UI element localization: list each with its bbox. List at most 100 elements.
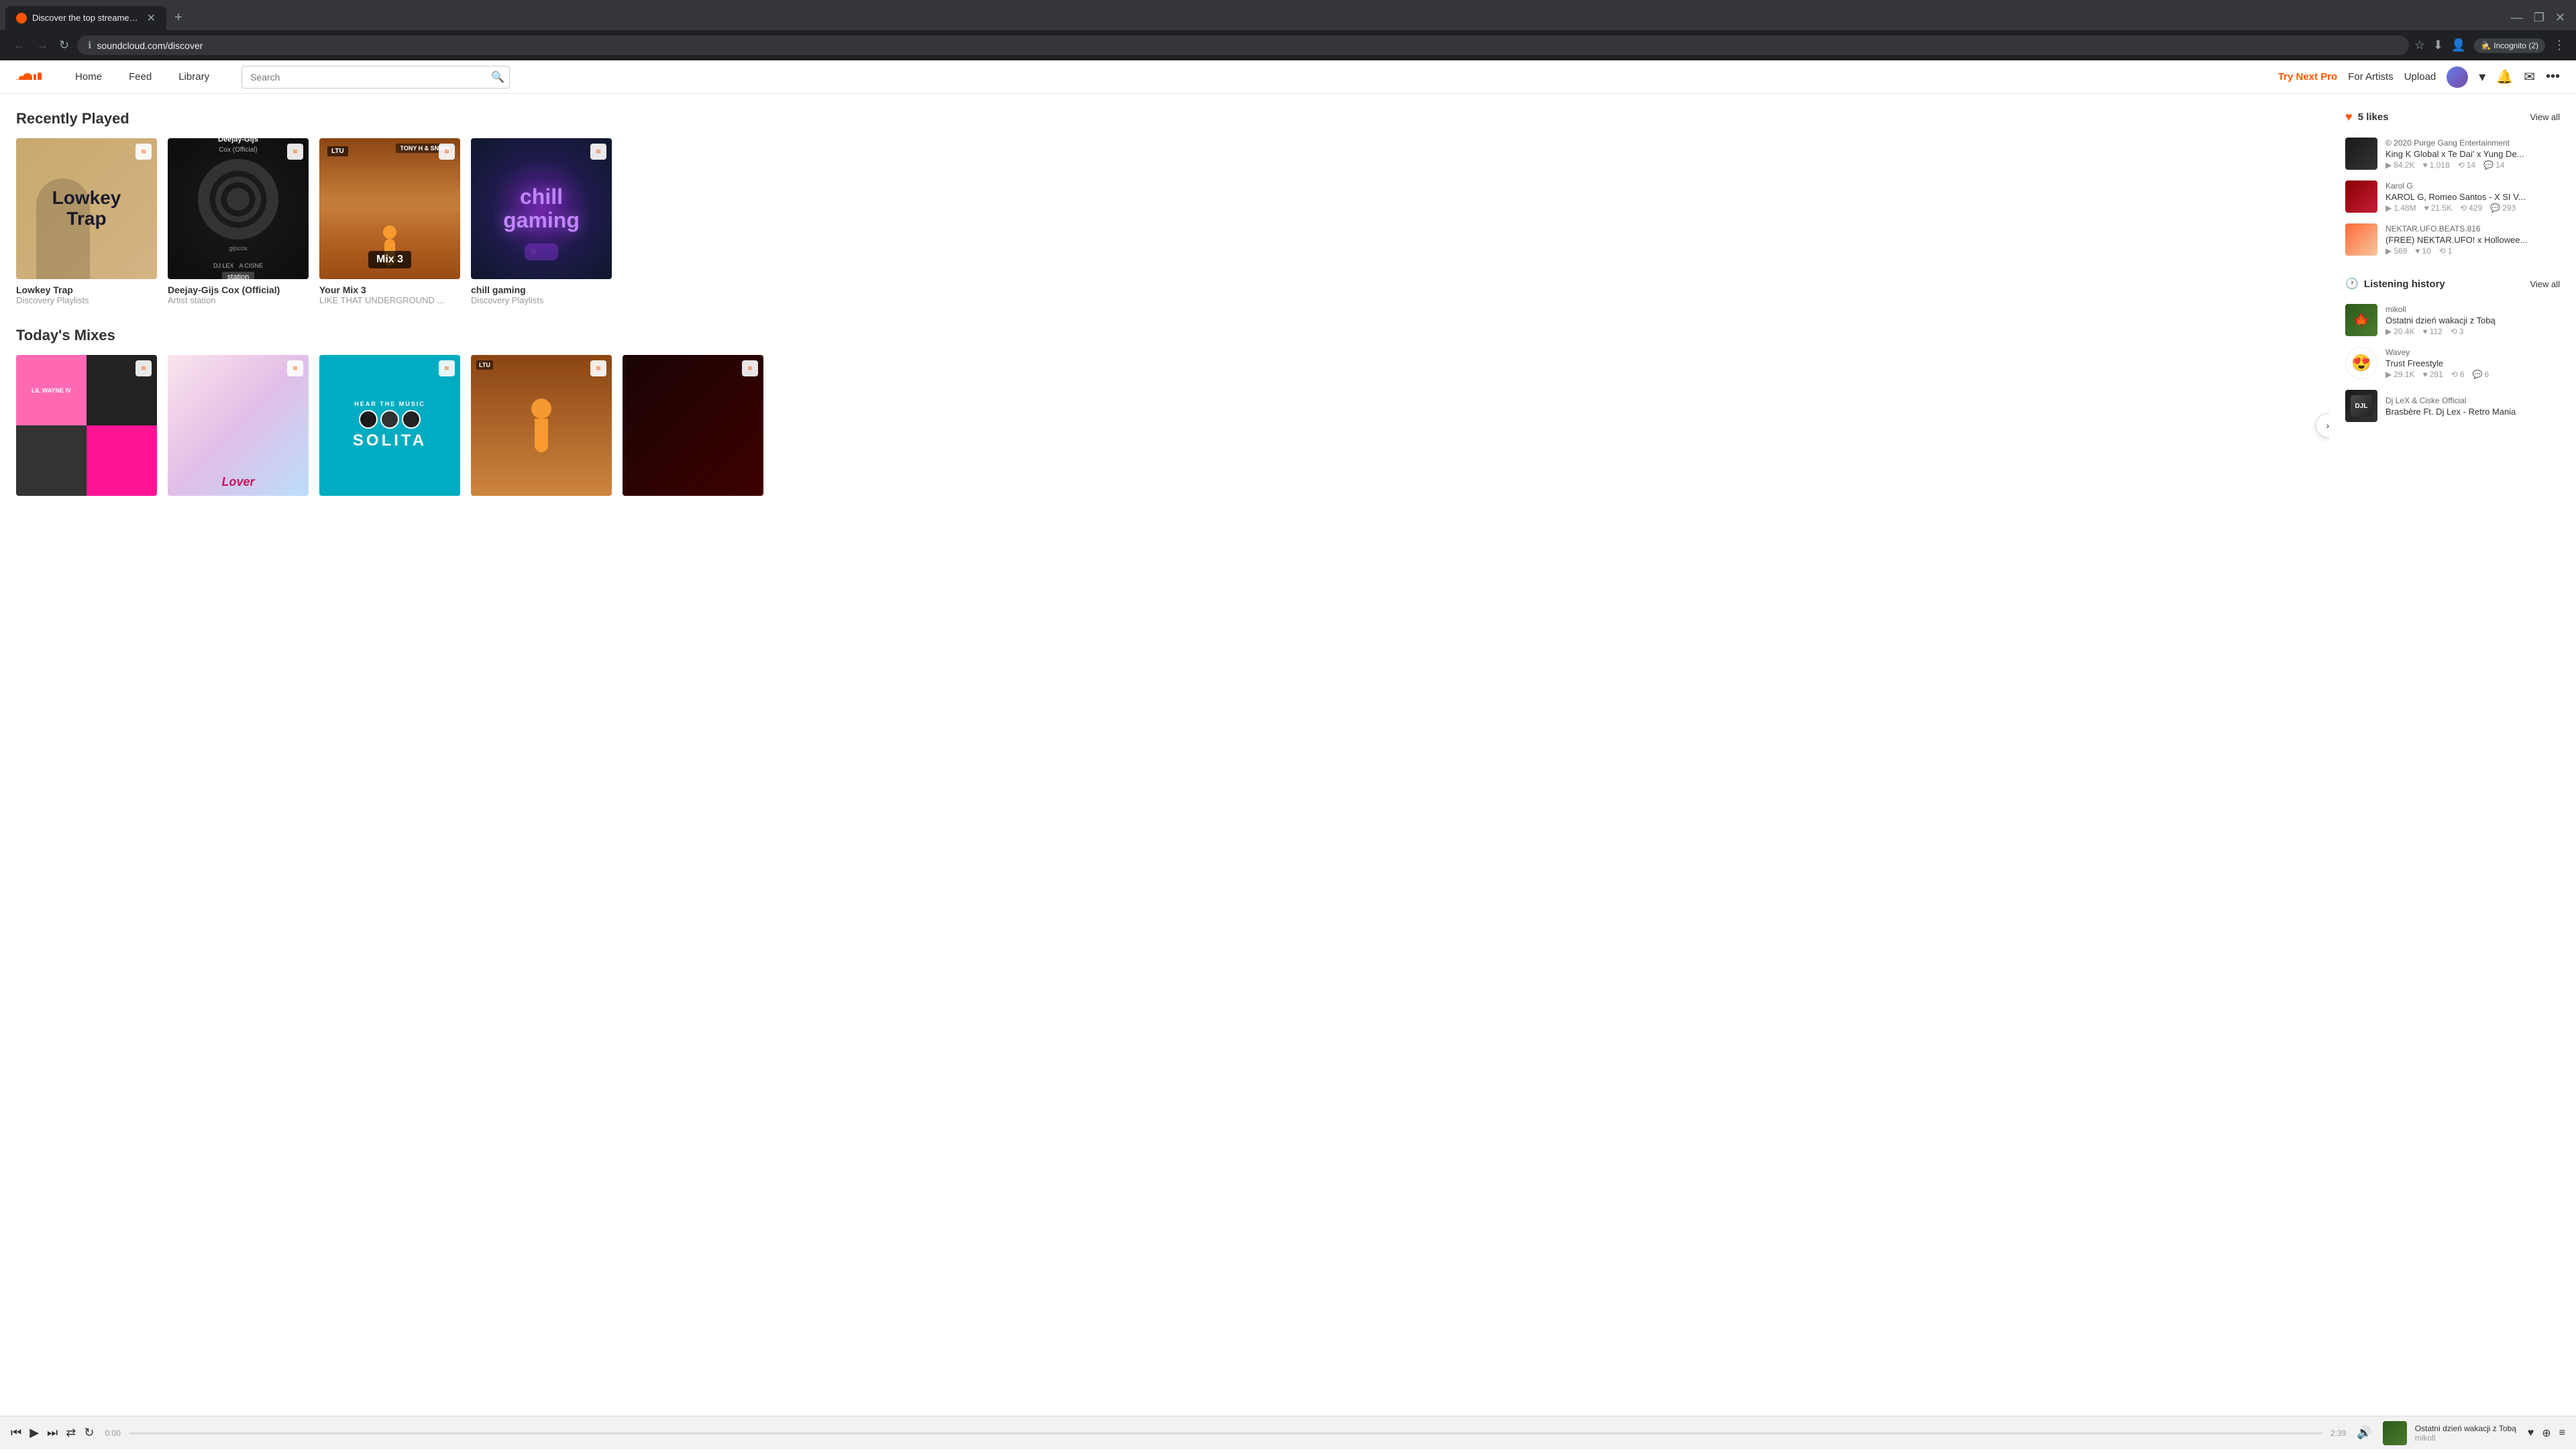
sidebar-track-purge[interactable]: © 2020 Purge Gang Entertainment King K G… — [2345, 132, 2560, 175]
likes-view-all[interactable]: View all — [2530, 112, 2560, 122]
nav-feed[interactable]: Feed — [118, 66, 162, 88]
sidebar: ♥ 5 likes View all © 2020 Purge Gang Ent… — [2345, 110, 2560, 517]
reposts-stat-mikoll: ⟲ 3 — [2451, 327, 2464, 336]
card-title-mix3: Your Mix 3 — [319, 284, 460, 295]
nav-home[interactable]: Home — [64, 66, 113, 88]
download-icon[interactable]: ⬇ — [2433, 38, 2443, 52]
search-wrap: 🔍 — [241, 66, 510, 89]
card-your-mix-3[interactable]: LTU Mix 3 TONY H & SNAVE — [319, 138, 460, 305]
track-info-karol: Karol G KAROL G, Romeo Santos - X SI V..… — [2385, 181, 2560, 213]
history-view-all[interactable]: View all — [2530, 279, 2560, 289]
plays-stat-mikoll: ▶ 20.4K — [2385, 327, 2415, 336]
for-artists-link[interactable]: For Artists — [2348, 71, 2394, 83]
card-overlay-5: ≋ — [742, 360, 758, 376]
back-button[interactable]: ← — [11, 36, 28, 55]
player-play-button[interactable]: ▶ — [30, 1426, 39, 1440]
active-tab[interactable]: Discover the top streamed mus... ✕ — [5, 6, 166, 30]
sidebar-history-mikoll[interactable]: 🍁 mikoll Ostatni dzień wakacji z Tobą ▶ … — [2345, 299, 2560, 342]
card-sub-lowkey: Discovery Playlists — [16, 295, 157, 305]
player-add-to-next-icon[interactable]: ⊕ — [2542, 1426, 2551, 1440]
card-djgijs[interactable]: Deejay-Gijs Cox (Official) gijscox DJ LE… — [168, 138, 309, 305]
card-thumb-mix-3: HEAR THE MUSIC SOLITA ≋ — [319, 355, 460, 496]
user-avatar[interactable] — [2447, 66, 2468, 88]
player-shuffle-button[interactable]: ⇄ — [66, 1426, 76, 1440]
sidebar-track-karol[interactable]: Karol G KAROL G, Romeo Santos - X SI V..… — [2345, 175, 2560, 218]
todays-mix-card-5[interactable]: ≋ — [623, 355, 763, 496]
address-bar[interactable]: ℹ soundcloud.com/discover — [77, 36, 2409, 55]
soundcloud-app: Home Feed Library 🔍 Try Next Pro For Art… — [0, 60, 2576, 1456]
plays-stat-wavey: ▶ 29.1K — [2385, 370, 2415, 379]
nav-library[interactable]: Library — [168, 66, 220, 88]
progress-bar[interactable] — [129, 1432, 2322, 1435]
clock-icon: 🕐 — [2345, 277, 2359, 291]
player-volume-icon[interactable]: 🔊 — [2357, 1426, 2371, 1440]
card-thumb-mix-4: LTU ≋ — [471, 355, 612, 496]
history-title: 🕐 Listening history — [2345, 277, 2445, 291]
player-prev-button[interactable]: ⏮ — [11, 1426, 21, 1440]
reposts-stat-karol: ⟲ 429 — [2460, 203, 2482, 213]
player-next-button[interactable]: ⏭ — [47, 1426, 58, 1440]
soundcloud-mini-icon-3: ≋ — [439, 144, 455, 160]
search-icon[interactable]: 🔍 — [491, 70, 504, 84]
card-lowkey-trap[interactable]: LowkeyTrap ≋ Lowkey Trap Discovery Playl… — [16, 138, 157, 305]
messages-icon[interactable]: ✉ — [2524, 68, 2535, 85]
track-artist-wavey: Wavey — [2385, 348, 2560, 357]
track-info-mikoll: mikoll Ostatni dzień wakacji z Tobą ▶ 20… — [2385, 305, 2560, 336]
close-window-button[interactable]: ✕ — [2555, 11, 2565, 25]
todays-mix-card-3[interactable]: HEAR THE MUSIC SOLITA ≋ — [319, 355, 460, 496]
track-artist-nektar: NEKTAR.UFO.BEATS.816 — [2385, 224, 2560, 233]
soundcloud-logo[interactable] — [16, 70, 43, 84]
plays-stat-karol: ▶ 1.48M — [2385, 203, 2416, 213]
track-title-mikoll: Ostatni dzień wakacji z Tobą — [2385, 315, 2560, 325]
comments-stat-wavey: 💬 6 — [2473, 370, 2489, 379]
maximize-button[interactable]: ❐ — [2534, 11, 2544, 25]
sidebar-history-wavey[interactable]: 😍 Wavey Trust Freestyle ▶ 29.1K ♥ 281 ⟲ … — [2345, 342, 2560, 384]
sidebar-history-djlex[interactable]: DJL Dj LeX & Ciske Official Brasbère Ft.… — [2345, 384, 2560, 427]
card-thumb-mix-2: Lover ≋ — [168, 355, 309, 496]
player-queue-icon[interactable]: ≡ — [2559, 1427, 2565, 1439]
browser-actions: ☆ ⬇ 👤 🕵 Incognito (2) ⋮ — [2414, 38, 2565, 53]
card-thumb-mix3: LTU Mix 3 TONY H & SNAVE — [319, 138, 460, 279]
tab-title: Discover the top streamed mus... — [32, 13, 142, 23]
todays-mix-card-4[interactable]: LTU ≋ — [471, 355, 612, 496]
upload-button[interactable]: Upload — [2404, 71, 2436, 83]
card-soundcloud-badge-djgijs: ≋ — [287, 144, 303, 160]
reload-button[interactable]: ↻ — [56, 36, 72, 55]
notifications-icon[interactable]: 🔔 — [2496, 68, 2513, 85]
todays-mixes-title: Today's Mixes — [16, 327, 2329, 344]
player-track-info: Ostatni dzień wakacji z Tobą mikoll — [2383, 1421, 2517, 1445]
card-chill-gaming[interactable]: chillgaming ≋ chill gaming Discovery Pla… — [471, 138, 612, 305]
todays-mixes-next-button[interactable]: › — [2316, 413, 2329, 437]
more-options-icon[interactable]: ••• — [2546, 69, 2560, 85]
forward-button[interactable]: → — [34, 36, 51, 55]
player-like-icon[interactable]: ♥ — [2528, 1427, 2534, 1439]
likes-title: ♥ 5 likes — [2345, 110, 2389, 124]
todays-mix-card-2[interactable]: Lover ≋ — [168, 355, 309, 496]
todays-mix-card-1[interactable]: LIL WAYNE IV ≋ — [16, 355, 157, 496]
search-input[interactable] — [241, 66, 510, 89]
incognito-badge[interactable]: 🕵 Incognito (2) — [2474, 38, 2545, 53]
extensions-icon[interactable]: ⋮ — [2553, 38, 2565, 52]
player-track-details: Ostatni dzień wakacji z Tobą mikoll — [2415, 1424, 2516, 1443]
main-content: Recently Played LowkeyTrap ≋ — [0, 94, 2576, 533]
player-track-title: Ostatni dzień wakacji z Tobą — [2415, 1424, 2516, 1433]
track-artist-karol: Karol G — [2385, 181, 2560, 191]
recently-played-cards: LowkeyTrap ≋ Lowkey Trap Discovery Playl… — [16, 138, 2329, 305]
new-tab-button[interactable]: + — [169, 7, 188, 28]
reposts-stat-wavey: ⟲ 6 — [2451, 370, 2465, 379]
minimize-button[interactable]: — — [2511, 11, 2523, 25]
try-next-pro-button[interactable]: Try Next Pro — [2278, 71, 2337, 83]
chevron-down-icon[interactable]: ▾ — [2479, 68, 2485, 85]
card-overlay-3: ≋ — [439, 360, 455, 376]
profile-icon[interactable]: 👤 — [2451, 38, 2466, 52]
player-right-controls: ♥ ⊕ ≡ — [2528, 1426, 2565, 1440]
browser-nav-bar: ← → ↻ ℹ soundcloud.com/discover ☆ ⬇ 👤 🕵 … — [0, 30, 2576, 60]
card-title-lowkey: Lowkey Trap — [16, 284, 157, 295]
sidebar-track-nektar[interactable]: NEKTAR.UFO.BEATS.816 (FREE) NEKTAR.UFO! … — [2345, 218, 2560, 261]
player-repeat-button[interactable]: ↻ — [84, 1426, 94, 1440]
track-stats-wavey: ▶ 29.1K ♥ 281 ⟲ 6 💬 6 — [2385, 370, 2560, 379]
tab-close-button[interactable]: ✕ — [147, 11, 156, 25]
bookmark-icon[interactable]: ☆ — [2414, 38, 2425, 52]
likes-stat-karol: ♥ 21.5K — [2424, 203, 2452, 213]
reposts-stat-nektar: ⟲ 1 — [2439, 246, 2453, 256]
